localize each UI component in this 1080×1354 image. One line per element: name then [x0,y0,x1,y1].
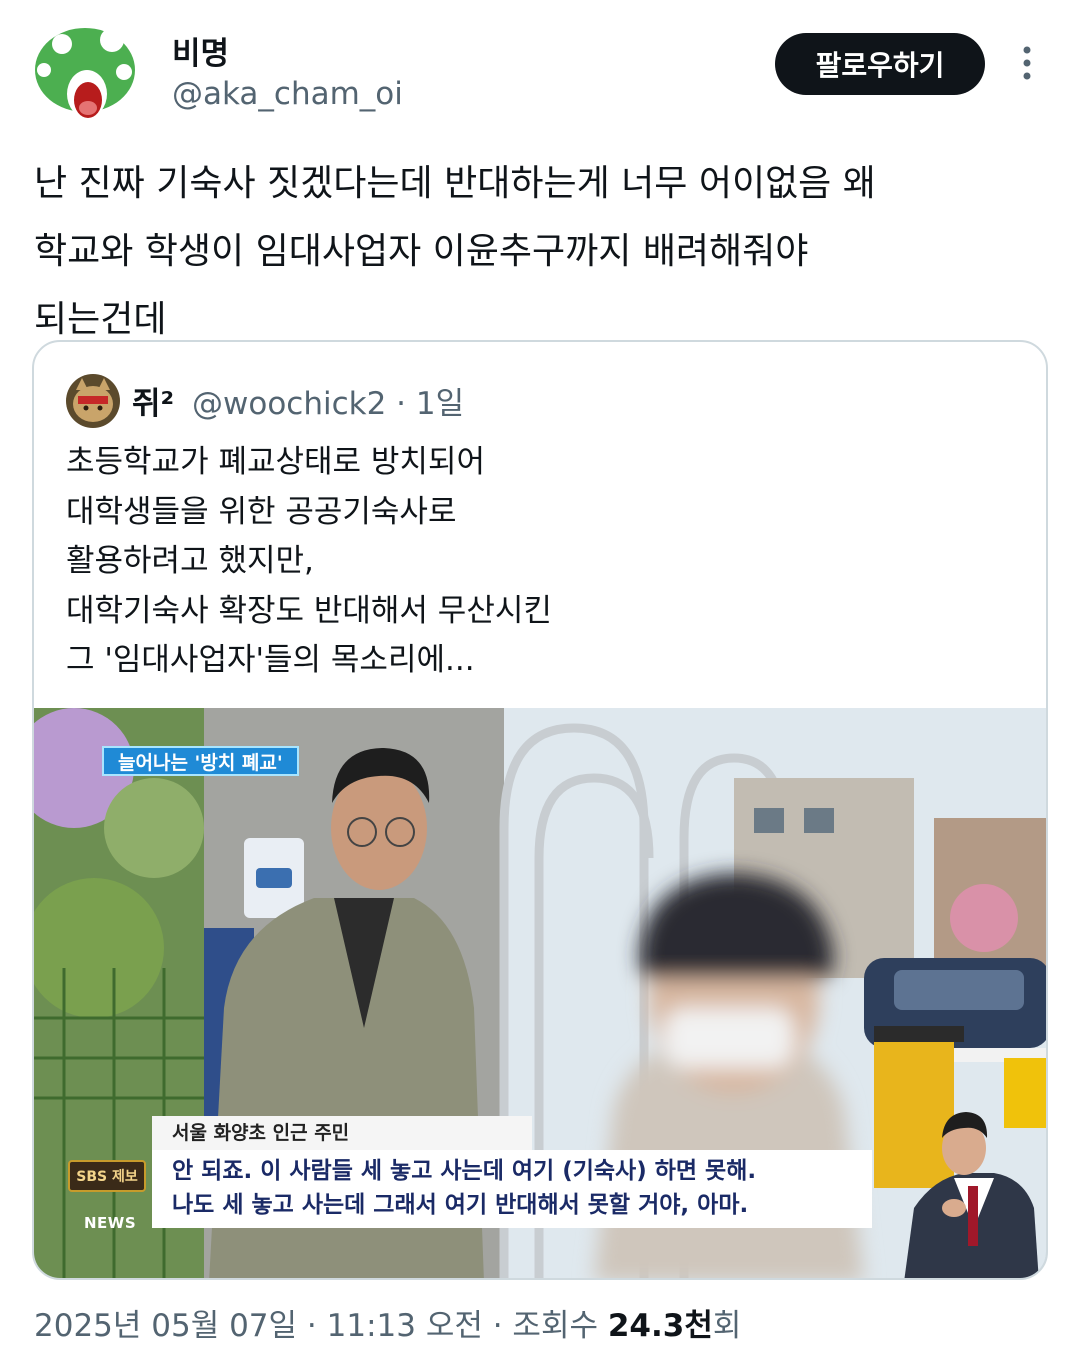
follow-button[interactable]: 팔로우하기 [775,33,985,95]
tweet-meta: 2025년 05월 07일 · 11:13 오전 · 조회수 24.3천회 [34,1300,741,1345]
views-suffix: 회 [712,1308,742,1344]
meta-separator: · [297,1308,327,1344]
quoted-tweet-card[interactable]: 쥐² @woochick2 · 1일 초등학교가 폐교상태로 방치되어 대학생들… [32,340,1048,1280]
caption-speaker: 서울 화양초 인근 주민 [152,1116,532,1150]
quoted-author-handle[interactable]: @woochick2 [192,386,386,422]
news-topic-tag: 늘어나는 '방치 폐교' [102,746,299,776]
quoted-author-name[interactable]: 쥐² [132,378,174,423]
views-count[interactable]: 24.3천 [608,1308,713,1344]
author-avatar[interactable] [32,22,138,128]
author-name[interactable]: 비명 [172,28,229,73]
quoted-dot-separator: · [396,386,407,422]
quoted-media-image[interactable]: 늘어나는 '방치 폐교' SBS 제보 NEWS 서울 화양초 인근 주민 안 … [34,708,1046,1278]
views-label: 조회수 [512,1308,608,1344]
news-label: NEWS [84,1214,137,1232]
more-options-icon[interactable] [1014,44,1040,84]
quoted-author-meta[interactable]: @woochick2 · 1일 [192,378,464,423]
tweet-text: 난 진짜 기숙사 짓겠다는데 반대하는게 너무 어이없음 왜 학교와 학생이 임… [34,163,876,340]
tweet-date[interactable]: 2025년 05월 07일 [34,1308,297,1344]
caption-box: 안 되죠. 이 사람들 세 놓고 사는데 여기 (기숙사) 하면 못해. 나도 … [152,1150,872,1228]
quoted-age[interactable]: 1일 [416,386,464,422]
quoted-tweet-text: 초등학교가 폐교상태로 방치되어 대학생들을 위한 공공기숙사로 활용하려고 했… [66,444,552,678]
quoted-author-avatar [66,374,120,428]
caption-line: 안 되죠. 이 사람들 세 놓고 사는데 여기 (기숙사) 하면 못해. [172,1158,757,1184]
caption-line: 나도 세 놓고 사는데 그래서 여기 반대해서 못할 거야, 아마. [172,1192,749,1218]
meta-separator: · [482,1308,513,1344]
author-handle[interactable]: @aka_cham_oi [172,76,403,112]
sbs-badge: SBS 제보 [68,1160,146,1192]
tweet-time[interactable]: 11:13 오전 [327,1308,483,1344]
